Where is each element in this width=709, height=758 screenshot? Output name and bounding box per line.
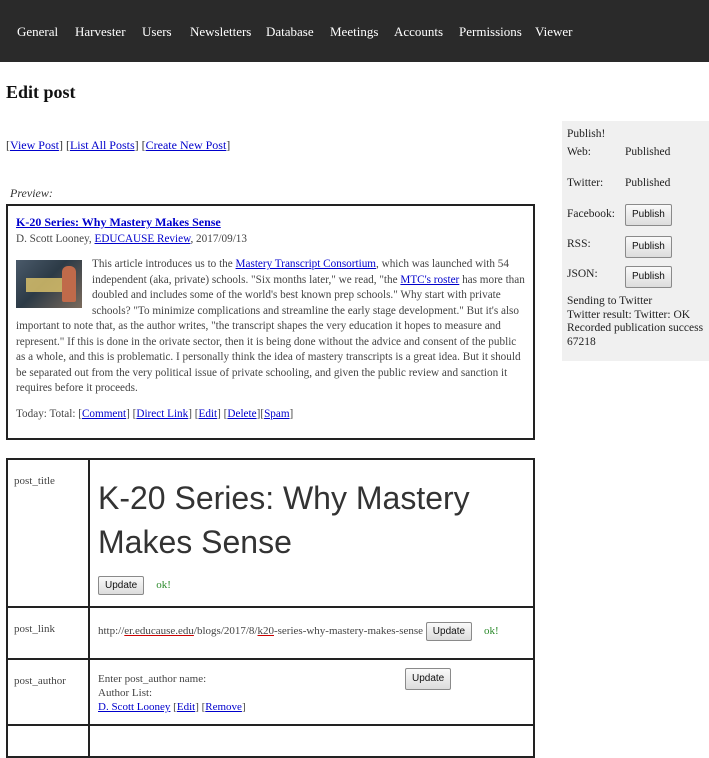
edit-link[interactable]: Edit xyxy=(199,408,218,420)
publish-status-log: Sending to Twitter Twitter result: Twitt… xyxy=(567,295,704,348)
page-title: Edit post xyxy=(6,82,76,102)
nav-permissions[interactable]: Permissions xyxy=(459,24,522,40)
list-all-posts-link[interactable]: List All Posts xyxy=(70,138,135,152)
delete-link[interactable]: Delete xyxy=(227,408,256,420)
field-key: post_title xyxy=(6,458,90,608)
preview-label: Preview: xyxy=(10,186,53,200)
publish-facebook-button[interactable]: Publish xyxy=(625,204,672,226)
post-actions: [View Post] [List All Posts] [Create New… xyxy=(6,138,231,152)
nav-newsletters[interactable]: Newsletters xyxy=(190,24,251,40)
mtc-roster-link[interactable]: MTC's roster xyxy=(400,274,459,286)
web-status: Published xyxy=(625,146,671,158)
author-name-link[interactable]: D. Scott Looney xyxy=(98,701,170,713)
nav-database[interactable]: Database xyxy=(266,24,314,40)
update-link-button[interactable]: Update xyxy=(425,622,473,641)
preview-body: This article introduces us to the Master… xyxy=(16,258,525,394)
spam-link[interactable]: Spam xyxy=(264,408,289,420)
nav-harvester[interactable]: Harvester xyxy=(75,24,126,40)
preview-date: 2017/09/13 xyxy=(196,232,247,245)
create-new-post-link[interactable]: Create New Post xyxy=(146,138,227,152)
nav-accounts[interactable]: Accounts xyxy=(394,24,443,40)
mastery-transcript-consortium-link[interactable]: Mastery Transcript Consortium xyxy=(236,258,376,270)
field-row-post-title: post_title K-20 Series: Why Mastery Make… xyxy=(6,458,535,608)
title-ok-status: ok! xyxy=(156,579,171,591)
preview-author: D. Scott Looney xyxy=(16,232,89,245)
publish-json-button[interactable]: Publish xyxy=(625,266,672,288)
author-list-item: D. Scott Looney [Edit] [Remove] xyxy=(98,701,246,713)
publish-panel: Publish! Web: Published Twitter: Publish… xyxy=(562,121,709,361)
twitter-status: Published xyxy=(625,177,671,189)
nav-viewer[interactable]: Viewer xyxy=(535,24,572,40)
author-edit-link[interactable]: Edit xyxy=(177,701,195,713)
field-row-post-link: post_link http://er.educause.edu/blogs/2… xyxy=(6,606,535,660)
preview-byline: D. Scott Looney, EDUCAUSE Review, 2017/0… xyxy=(16,232,247,245)
publish-rss-button[interactable]: Publish xyxy=(625,236,672,258)
field-key: post_link xyxy=(6,606,90,660)
nav-meetings[interactable]: Meetings xyxy=(330,24,378,40)
direct-link[interactable]: Direct Link xyxy=(136,408,188,420)
post-title-field[interactable]: K-20 Series: Why Mastery Makes Sense xyxy=(98,476,525,564)
field-row-next xyxy=(6,724,535,758)
field-row-post-author: post_author Enter post_author name: Upda… xyxy=(6,658,535,726)
article-thumbnail xyxy=(16,260,82,308)
author-remove-link[interactable]: Remove xyxy=(205,701,242,713)
field-key: post_author xyxy=(6,658,90,726)
update-title-button[interactable]: Update xyxy=(98,576,145,595)
author-prompt: Enter post_author name: xyxy=(98,673,207,685)
post-link-field[interactable]: http://er.educause.edu/blogs/2017/8/k20-… xyxy=(98,625,423,637)
preview-source-link[interactable]: EDUCAUSE Review xyxy=(95,233,191,245)
link-ok-status: ok! xyxy=(484,625,499,637)
comment-link[interactable]: Comment xyxy=(82,408,126,420)
preview-footer: Today: Total: [Comment] [Direct Link] [E… xyxy=(16,407,294,420)
post-fields-table: post_title K-20 Series: Why Mastery Make… xyxy=(6,458,535,758)
preview-title-link[interactable]: K-20 Series: Why Mastery Makes Sense xyxy=(16,215,221,229)
post-preview: K-20 Series: Why Mastery Makes Sense D. … xyxy=(6,204,535,440)
update-author-button[interactable]: Update xyxy=(405,668,452,690)
top-navigation-bar: General Harvester Users Newsletters Data… xyxy=(0,0,709,62)
publish-header: Publish! xyxy=(567,128,606,140)
author-list-label: Author List: xyxy=(98,687,153,699)
nav-users[interactable]: Users xyxy=(142,24,172,40)
nav-general[interactable]: General xyxy=(17,24,58,40)
view-post-link[interactable]: View Post xyxy=(10,138,59,152)
